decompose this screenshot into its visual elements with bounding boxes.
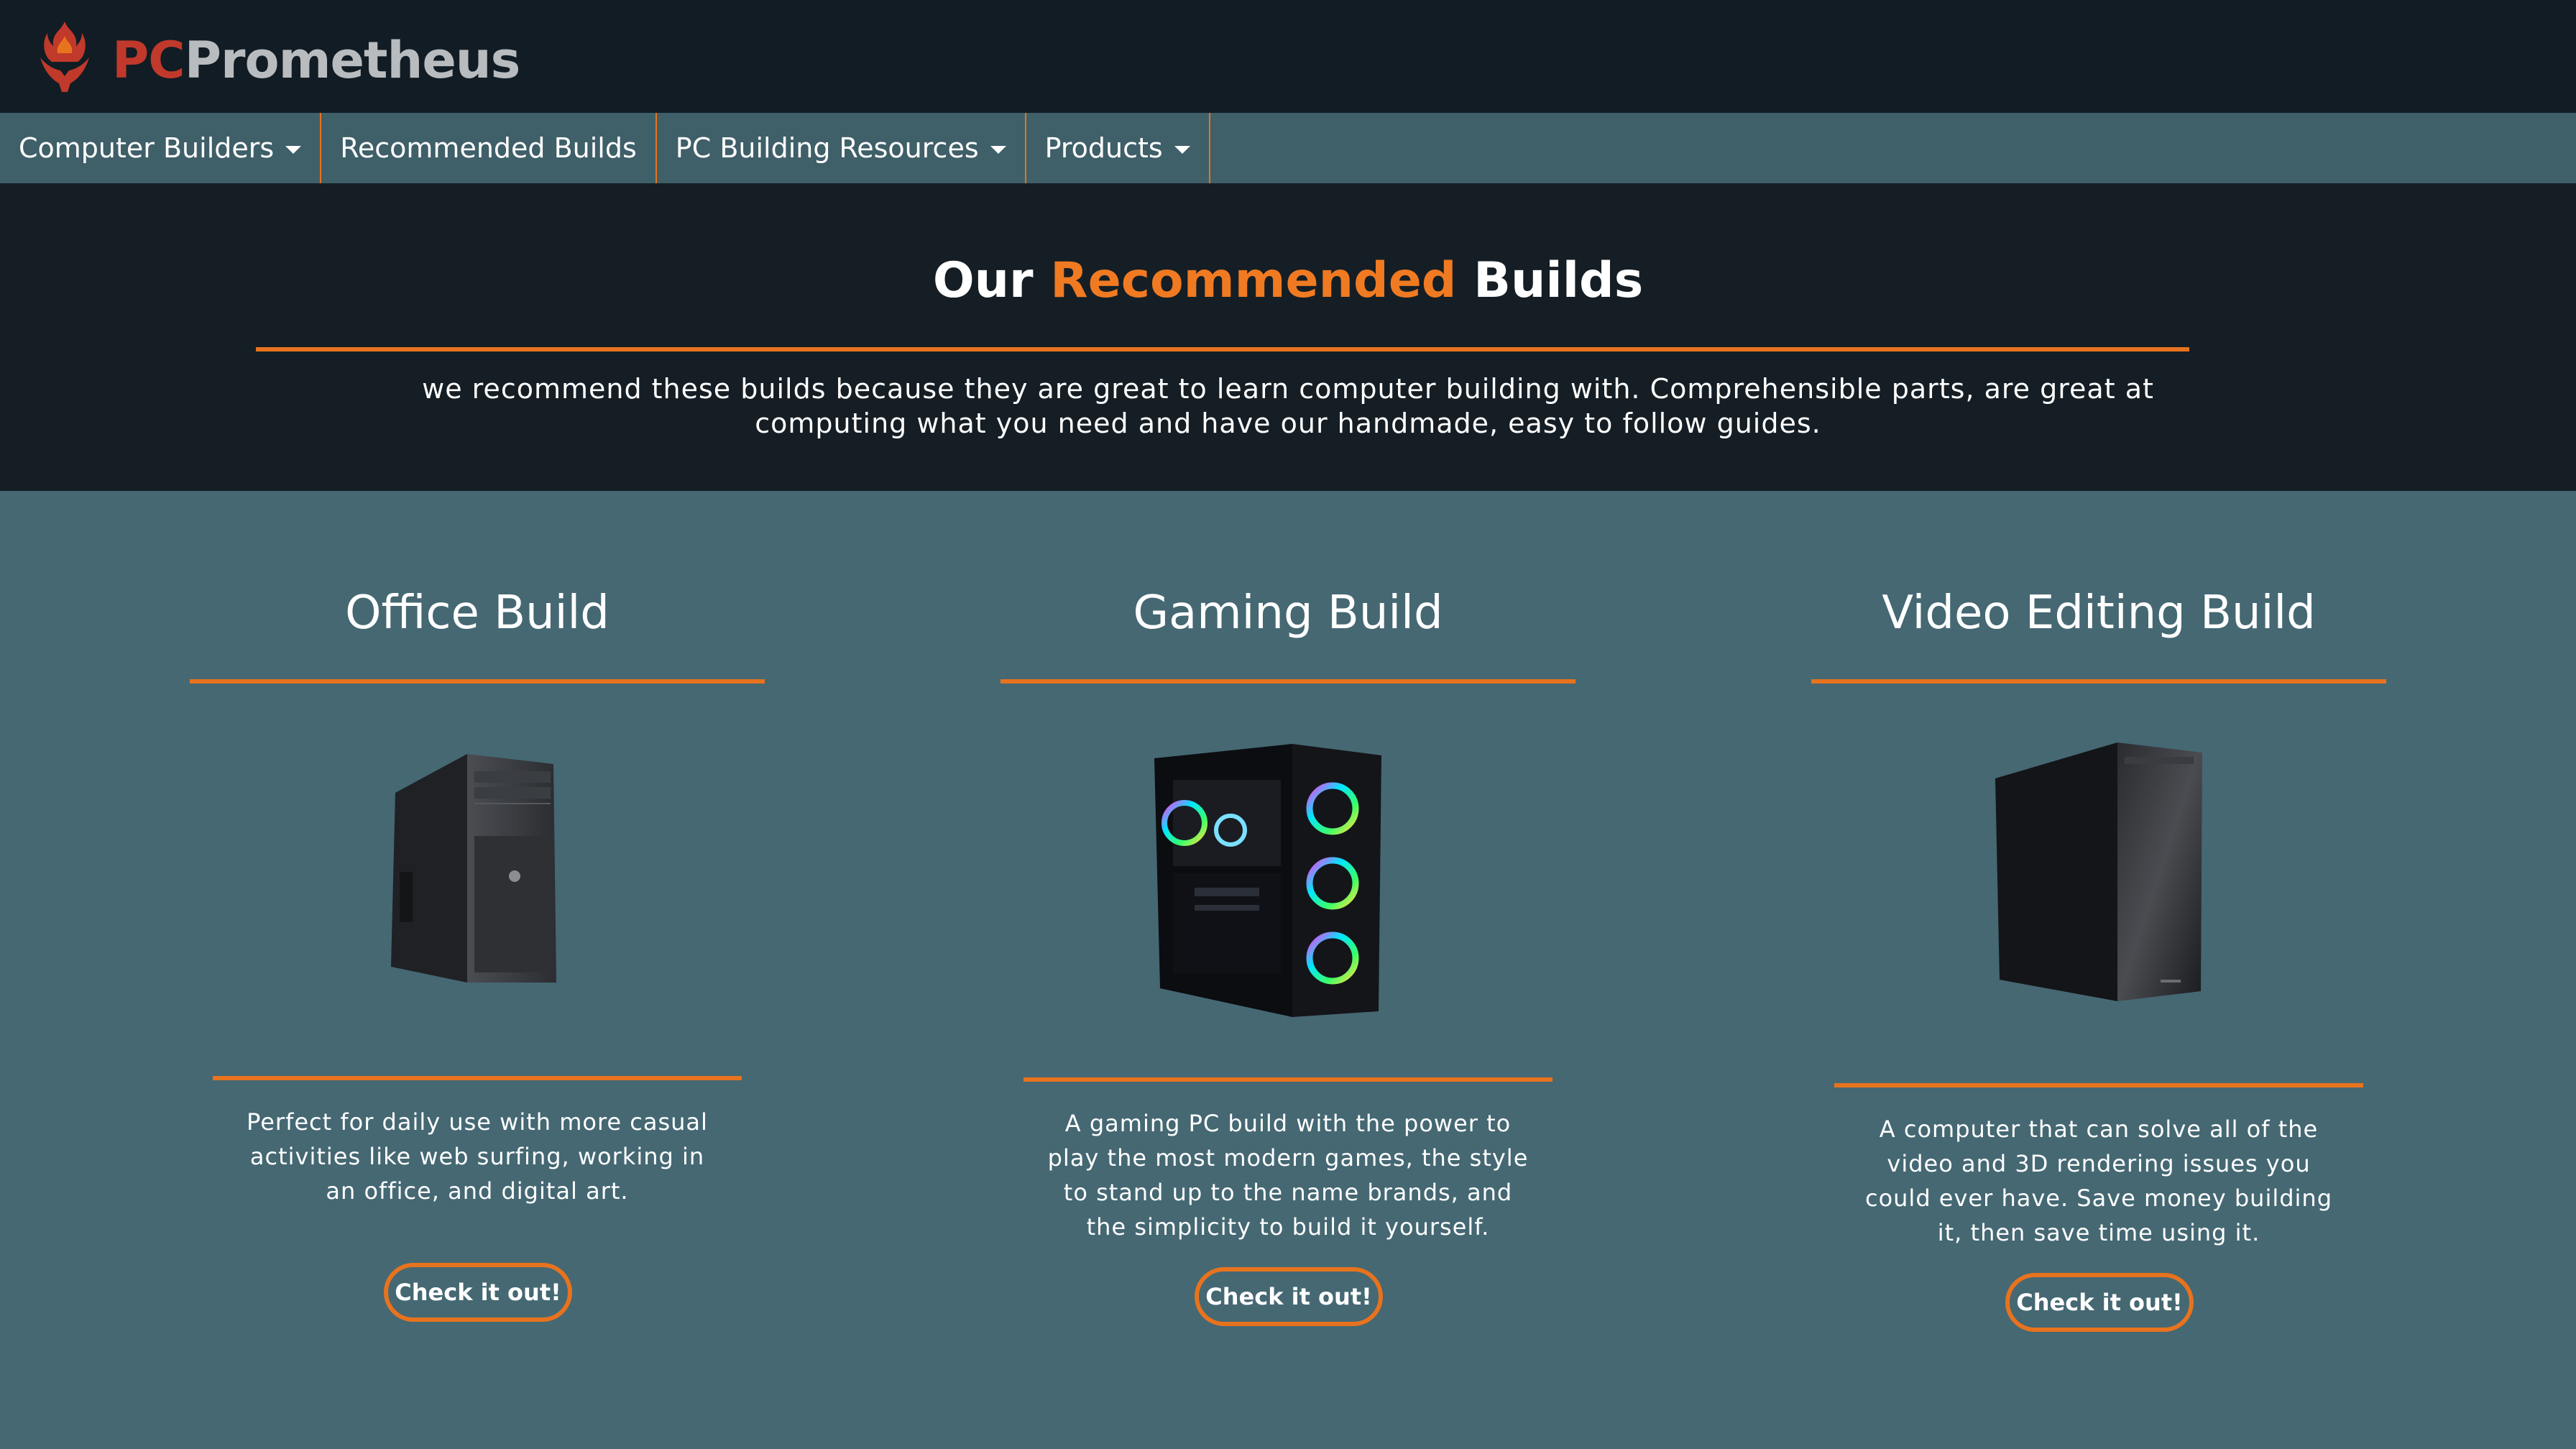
brand-name: Prometheus — [184, 31, 521, 90]
build-image-divider — [1024, 1077, 1552, 1082]
build-image-divider — [213, 1076, 742, 1080]
title-accent: Recommended — [1050, 252, 1457, 309]
page-title: Our Recommended Builds — [0, 252, 2576, 310]
caret-down-icon — [285, 145, 302, 154]
build-title: Video Editing Build — [1882, 586, 2316, 640]
build-card-video-editing: Video Editing Build A computer that can … — [1811, 491, 2386, 1449]
build-title: Gaming Build — [1133, 586, 1443, 640]
caret-down-icon — [1174, 145, 1190, 154]
build-description: A gaming PC build with the power to play… — [1047, 1110, 1529, 1241]
office-pc-case-image[interactable] — [381, 742, 575, 987]
video-editing-pc-case-image[interactable] — [1991, 735, 2207, 1006]
build-title-divider — [1811, 679, 2386, 684]
nav-item-label: Recommended Builds — [340, 132, 637, 164]
build-card-gaming: Gaming Build A gaming PC build with the … — [1000, 491, 1576, 1449]
nav-item-computer-builders[interactable]: Computer Builders — [0, 113, 322, 183]
nav-item-label: Computer Builders — [19, 132, 275, 164]
build-description: Perfect for daily use with more casual a… — [247, 1108, 708, 1205]
hero-description: we recommend these builds because they a… — [422, 373, 2154, 439]
title-part-1: Our — [932, 252, 1034, 309]
nav-item-pc-building-resources[interactable]: PC Building Resources — [657, 113, 1026, 183]
brand-logo-text[interactable]: PCPrometheus — [112, 32, 520, 89]
check-it-out-button[interactable]: Check it out! — [2005, 1273, 2194, 1332]
build-card-office: Office Build Perfect for daily use with … — [190, 491, 765, 1449]
gaming-pc-case-image[interactable] — [1151, 730, 1389, 1026]
build-title: Office Build — [345, 586, 610, 640]
build-description: A computer that can solve all of the vid… — [1864, 1116, 2333, 1246]
caret-down-icon — [990, 145, 1006, 154]
nav-item-recommended-builds[interactable]: Recommended Builds — [321, 113, 657, 183]
build-image-divider — [1834, 1083, 2363, 1087]
main-nav: Computer Builders Recommended Builds PC … — [0, 113, 2576, 183]
header: PCPrometheus — [0, 0, 2576, 113]
build-title-divider — [190, 679, 765, 684]
hero-section: Our Recommended Builds we recommend thes… — [0, 183, 2576, 491]
title-part-2: Builds — [1473, 252, 1644, 309]
nav-item-label: Products — [1044, 132, 1163, 164]
nav-item-products[interactable]: Products — [1026, 113, 1210, 183]
build-title-divider — [1000, 679, 1576, 684]
brand-prefix: PC — [112, 31, 185, 90]
flame-hands-icon[interactable] — [36, 17, 93, 96]
check-it-out-button[interactable]: Check it out! — [1195, 1267, 1383, 1326]
nav-item-label: PC Building Resources — [675, 132, 979, 164]
check-it-out-button[interactable]: Check it out! — [384, 1263, 572, 1322]
hero-divider — [256, 347, 2189, 351]
